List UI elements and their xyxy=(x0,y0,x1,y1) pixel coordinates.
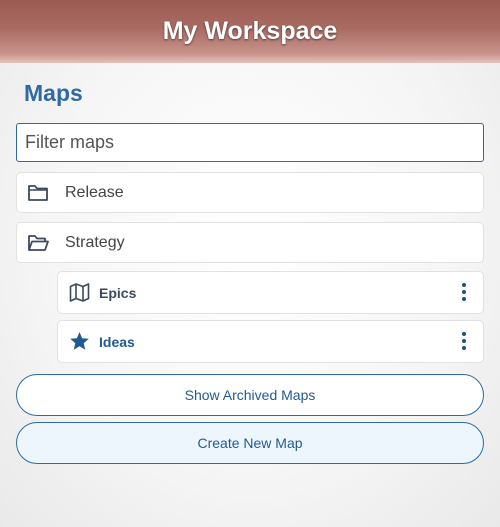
folder-closed-icon xyxy=(28,185,48,201)
show-archived-maps-button[interactable]: Show Archived Maps xyxy=(16,374,484,416)
map-label: Epics xyxy=(99,284,137,301)
folder-item-release[interactable]: Release xyxy=(16,172,484,213)
create-new-label: Create New Map xyxy=(197,435,303,451)
app-title: My Workspace xyxy=(162,16,338,45)
map-icon xyxy=(69,283,90,302)
folder-label: Release xyxy=(65,183,124,201)
folder-item-strategy[interactable]: Strategy xyxy=(16,222,484,263)
map-label: Ideas xyxy=(99,333,135,350)
app-header: My Workspace xyxy=(0,0,500,63)
map-item-ideas[interactable]: Ideas xyxy=(57,320,484,363)
show-archived-label: Show Archived Maps xyxy=(184,387,316,403)
folder-open-icon xyxy=(28,235,49,251)
create-new-map-button[interactable]: Create New Map xyxy=(16,422,484,464)
more-options-icon[interactable] xyxy=(459,283,469,303)
section-title: Maps xyxy=(24,80,83,106)
folder-label: Strategy xyxy=(65,233,125,251)
star-icon xyxy=(70,332,89,350)
filter-maps-input[interactable] xyxy=(16,123,484,162)
more-options-icon[interactable] xyxy=(459,332,469,352)
map-item-epics[interactable]: Epics xyxy=(57,271,484,314)
